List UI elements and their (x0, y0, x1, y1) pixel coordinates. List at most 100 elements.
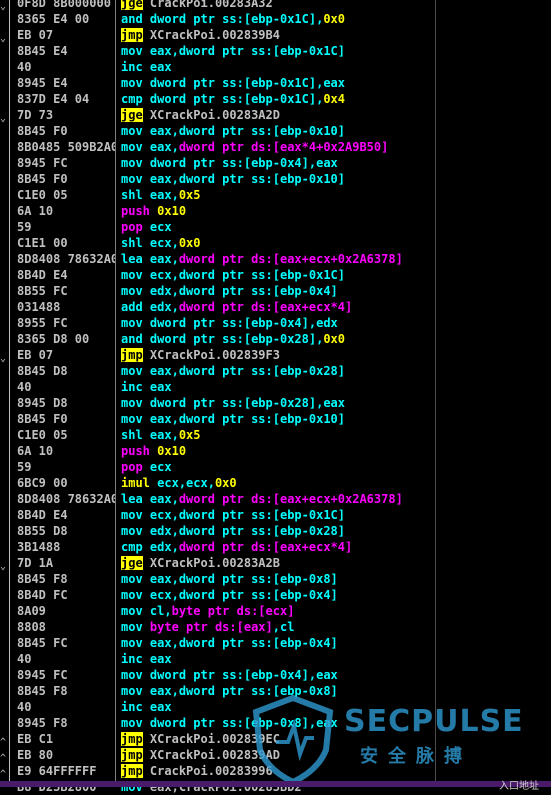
mnemonic: pop (121, 220, 143, 234)
instruction-row[interactable]: 8B45 F0 mov eax,dword ptr ss:[ebp-0x10] (0, 123, 551, 139)
instruction-row[interactable]: 8D8408 78632A0 lea eax,dword ptr ds:[eax+… (0, 491, 551, 507)
instruction-row[interactable]: 3B1488 cmp edx,dword ptr ds:[eax+ecx*4] (0, 539, 551, 555)
operand: XCrackPoi.00283A2D (149, 108, 280, 122)
operand: byte ptr ds:[ecx] (171, 604, 295, 618)
instruction-bytes: 031488 (17, 300, 61, 314)
instruction-row[interactable]: 8B45 D8 mov eax,dword ptr ss:[ebp-0x28] (0, 363, 551, 379)
instruction-row[interactable]: 8B45 F0 mov eax,dword ptr ss:[ebp-0x10] (0, 411, 551, 427)
operand: dword ptr ds:[eax+ecx*4] (178, 300, 353, 314)
instruction-row[interactable]: 7D 1A jge XCrackPoi.00283A2B (0, 555, 551, 571)
operand: eax, (149, 252, 179, 266)
instruction-row[interactable]: 837D E4 04 cmp dword ptr ss:[ebp-0x1C],0x… (0, 91, 551, 107)
instruction-row[interactable]: 8B55 FC mov edx,dword ptr ss:[ebp-0x4] (0, 283, 551, 299)
instruction-text: mov edx,dword ptr ss:[ebp-0x28] (121, 523, 345, 539)
instruction-row[interactable]: C1E0 05 shl eax,0x5 (0, 187, 551, 203)
instruction-row[interactable]: 0F8D 8B000000 jge CrackPoi.00283A32 (0, 0, 551, 11)
mnemonic: inc (121, 380, 143, 394)
instruction-row[interactable]: 8B45 E4 mov eax,dword ptr ss:[ebp-0x1C] (0, 43, 551, 59)
instruction-row[interactable]: C1E1 00 shl ecx,0x0 (0, 235, 551, 251)
instruction-row[interactable]: 8945 FC mov dword ptr ss:[ebp-0x4],eax (0, 155, 551, 171)
operand: eax (149, 380, 172, 394)
operand: ecx,dword ptr ss:[ebp-0x1C] (149, 508, 345, 522)
instruction-row[interactable]: 8365 D8 00 and dword ptr ss:[ebp-0x28],0x… (0, 331, 551, 347)
instruction-text: pop ecx (121, 219, 172, 235)
instruction-row[interactable]: 8B45 F0 mov eax,dword ptr ss:[ebp-0x10] (0, 171, 551, 187)
operand: eax,dword ptr ss:[ebp-0x10] (149, 124, 345, 138)
instruction-row[interactable]: 8B4D E4 mov ecx,dword ptr ss:[ebp-0x1C] (0, 267, 551, 283)
mnemonic: jge (121, 556, 143, 570)
operand: 0x10 (157, 204, 187, 218)
instruction-row[interactable]: 6A 10 push 0x10 (0, 203, 551, 219)
instruction-row[interactable]: 8B0485 509B2A0 mov eax,dword ptr ds:[eax*… (0, 139, 551, 155)
operand: eax,dword ptr ss:[ebp-0x8] (149, 572, 338, 586)
mnemonic: mov (121, 524, 143, 538)
watermark-tagline: 安全脉搏 (360, 746, 472, 767)
instruction-bytes: 6A 10 (17, 204, 54, 218)
instruction-text: pop ecx (121, 459, 172, 475)
instruction-text: mov ecx,dword ptr ss:[ebp-0x1C] (121, 267, 345, 283)
instruction-row[interactable]: 8B55 D8 mov edx,dword ptr ss:[ebp-0x28] (0, 523, 551, 539)
mnemonic: mov (121, 156, 143, 170)
mnemonic: mov (121, 508, 143, 522)
instruction-text: jmp XCrackPoi.002839F3 (121, 347, 280, 363)
instruction-bytes: C1E1 00 (17, 236, 68, 250)
instruction-row[interactable]: 8808 mov byte ptr ds:[eax],cl (0, 619, 551, 635)
mnemonic: mov (121, 284, 143, 298)
instruction-row[interactable]: 8945 E4 mov dword ptr ss:[ebp-0x1C],eax (0, 75, 551, 91)
operand: dword ptr ds:[eax+ecx*4] (178, 540, 353, 554)
operand: eax,dword ptr ss:[ebp-0x10] (149, 172, 345, 186)
operand: eax,dword ptr ss:[ebp-0x1C] (149, 44, 345, 58)
instruction-bytes: 8B45 FC (17, 636, 68, 650)
operand: 0x10 (157, 444, 187, 458)
instruction-row[interactable]: 8B45 FC mov eax,dword ptr ss:[ebp-0x4] (0, 635, 551, 651)
instruction-bytes: 7D 73 (17, 108, 54, 122)
instruction-row[interactable]: 8D8408 78632A0 lea eax,dword ptr ds:[eax+… (0, 251, 551, 267)
instruction-row[interactable]: EB 07 jmp XCrackPoi.002839B4 (0, 27, 551, 43)
instruction-row[interactable]: 8945 D8 mov dword ptr ss:[ebp-0x28],eax (0, 395, 551, 411)
instruction-bytes: 40 (17, 652, 32, 666)
operand: dword ptr ss:[ebp-0x28], (149, 332, 324, 346)
instruction-row[interactable]: 8B45 F8 mov eax,dword ptr ss:[ebp-0x8] (0, 571, 551, 587)
watermark-name: SECPULSE (344, 704, 524, 739)
instruction-row[interactable]: 59 pop ecx (0, 459, 551, 475)
instruction-row[interactable]: C1E0 05 shl eax,0x5 (0, 427, 551, 443)
instruction-text: inc eax (121, 699, 172, 715)
instruction-bytes: EB 07 (17, 28, 54, 42)
instruction-row[interactable]: 8955 FC mov dword ptr ss:[ebp-0x4],edx (0, 315, 551, 331)
instruction-row[interactable]: 8B4D FC mov ecx,dword ptr ss:[ebp-0x4] (0, 587, 551, 603)
instruction-row[interactable]: 031488 add edx,dword ptr ds:[eax+ecx*4] (0, 299, 551, 315)
secpulse-watermark: SECPULSE 安全脉搏 (248, 694, 548, 786)
instruction-bytes: 6A 10 (17, 444, 54, 458)
instruction-bytes: 8808 (17, 620, 46, 634)
instruction-row[interactable]: 8A09 mov cl,byte ptr ds:[ecx] (0, 603, 551, 619)
instruction-text: jge XCrackPoi.00283A2B (121, 555, 280, 571)
instruction-row[interactable]: 8945 FC mov dword ptr ss:[ebp-0x4],eax (0, 667, 551, 683)
mnemonic: lea (121, 252, 143, 266)
instruction-row[interactable]: 8B4D E4 mov ecx,dword ptr ss:[ebp-0x1C] (0, 507, 551, 523)
instruction-row[interactable]: EB 07 jmp XCrackPoi.002839F3 (0, 347, 551, 363)
instruction-row[interactable]: 8365 E4 00 and dword ptr ss:[ebp-0x1C],0x… (0, 11, 551, 27)
instruction-row[interactable]: 7D 73 jge XCrackPoi.00283A2D (0, 107, 551, 123)
mnemonic: cmp (121, 540, 143, 554)
mnemonic: mov (121, 668, 143, 682)
mnemonic: jmp (121, 764, 143, 778)
instruction-text: cmp edx,dword ptr ds:[eax+ecx*4] (121, 539, 352, 555)
mnemonic: pop (121, 460, 143, 474)
instruction-row[interactable]: 6BC9 00 imul ecx,ecx,0x0 (0, 475, 551, 491)
instruction-text: mov dword ptr ss:[ebp-0x1C],eax (121, 75, 345, 91)
mnemonic: mov (121, 636, 143, 650)
instruction-row[interactable]: 40 inc eax (0, 651, 551, 667)
instruction-row[interactable]: 40 inc eax (0, 59, 551, 75)
instruction-bytes: 8945 D8 (17, 396, 68, 410)
instruction-bytes: 8B45 F0 (17, 412, 68, 426)
mnemonic: jmp (121, 748, 143, 762)
instruction-row[interactable]: 6A 10 push 0x10 (0, 443, 551, 459)
operand: CrackPoi.00283A32 (149, 0, 273, 10)
disassembly-pane[interactable]: ⌄ ⌄ ⌄ ⌄ ⌄ ^ ^ ^ 0F8D 8B000000 jge CrackPo… (0, 0, 551, 794)
instruction-text: mov dword ptr ss:[ebp-0x4],edx (121, 315, 338, 331)
mnemonic: mov (121, 572, 143, 586)
instruction-row[interactable]: 40 inc eax (0, 379, 551, 395)
mnemonic: jge (121, 108, 143, 122)
operand: dword ptr ss:[ebp-0x28],eax (149, 396, 345, 410)
instruction-row[interactable]: 59 pop ecx (0, 219, 551, 235)
